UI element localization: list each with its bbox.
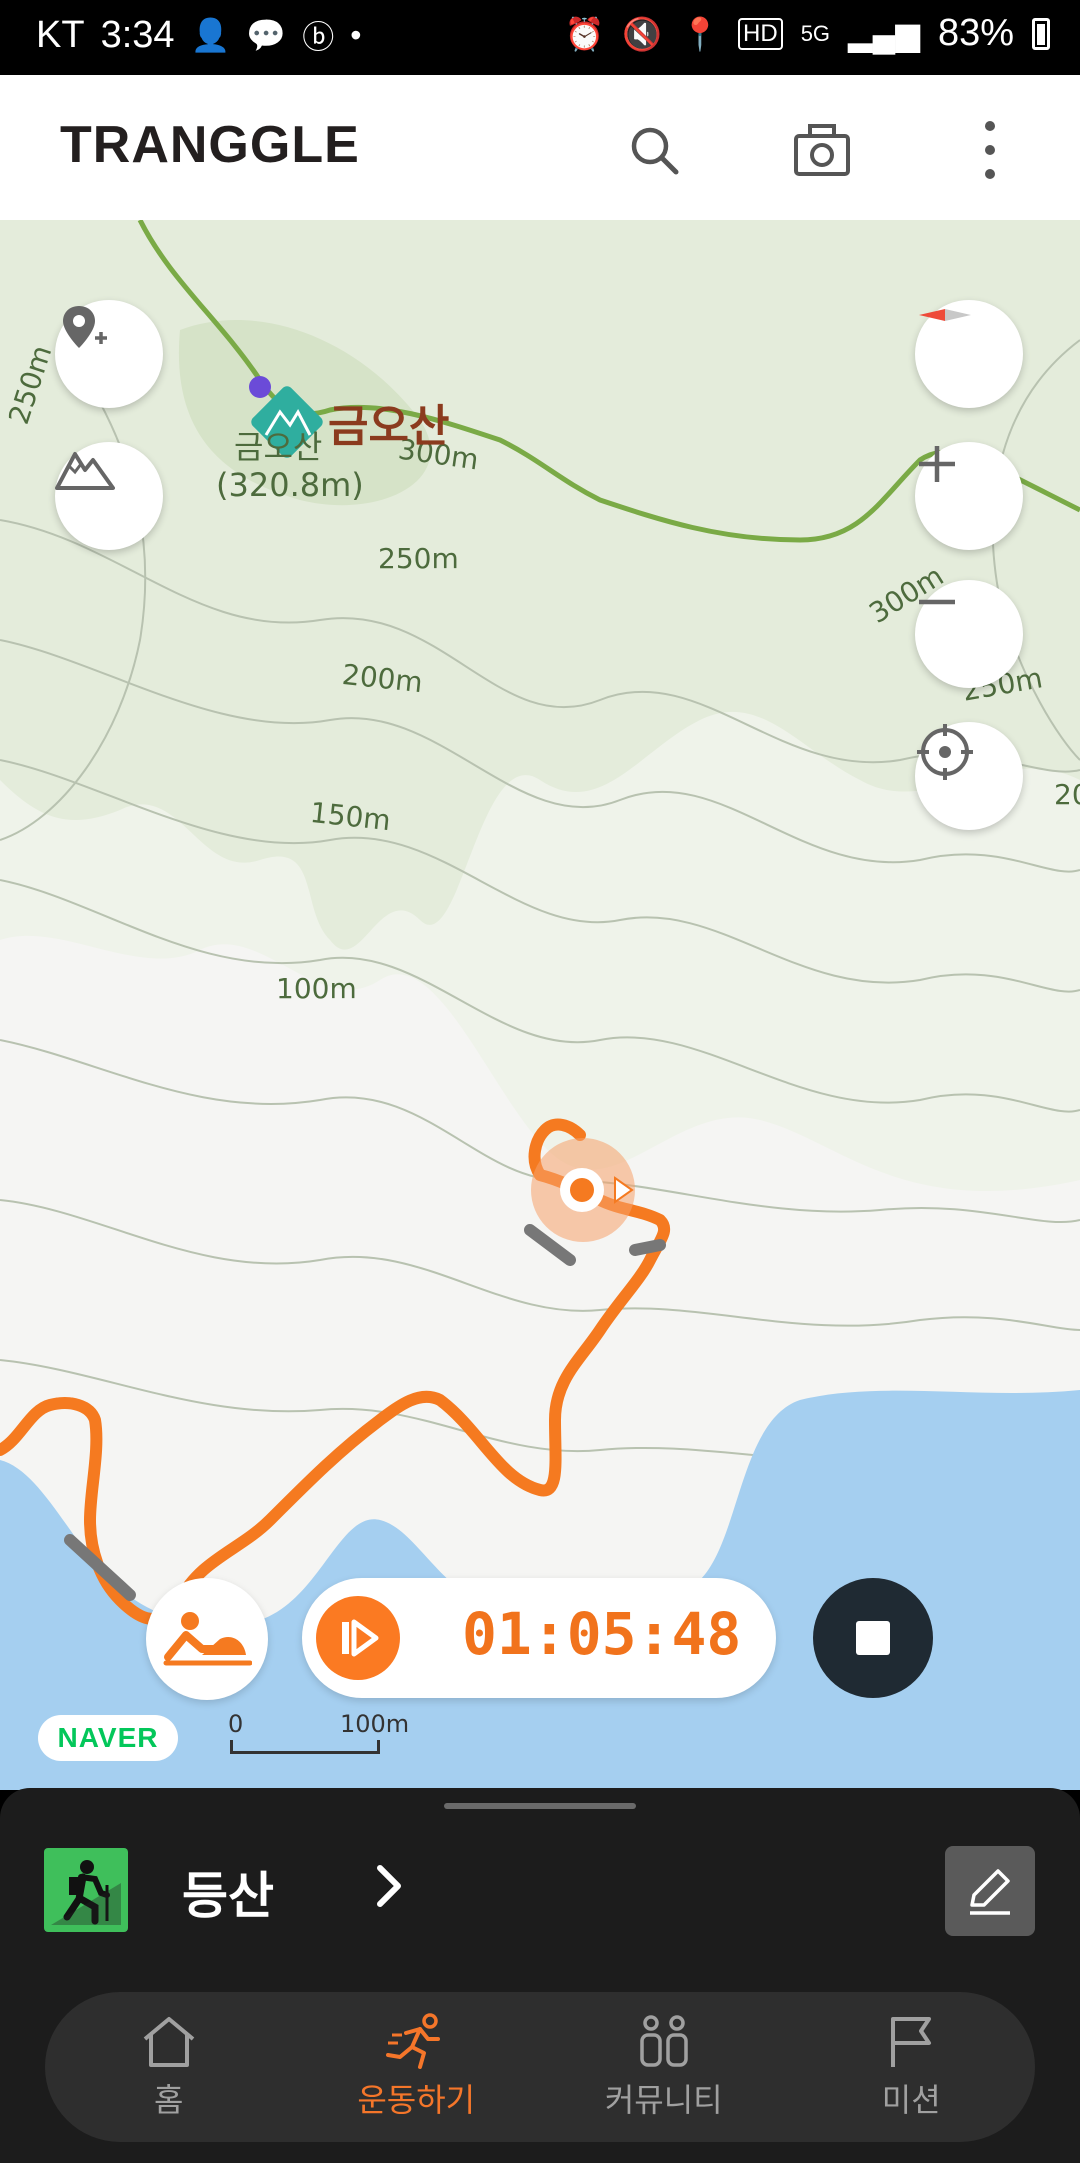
person-add-icon: 👤	[190, 17, 231, 53]
contour-label: 250m	[378, 542, 459, 575]
pencil-icon	[970, 1869, 1010, 1915]
pause-play-icon	[342, 1619, 379, 1657]
dot-icon: •	[350, 16, 362, 53]
pause-button[interactable]	[316, 1596, 400, 1680]
b-app-icon: ⓑ	[302, 19, 335, 55]
terrain-button[interactable]	[55, 442, 163, 550]
sheet-handle[interactable]	[444, 1803, 636, 1809]
hiking-icon	[44, 1848, 128, 1932]
rest-icon	[163, 1612, 252, 1666]
stop-button[interactable]	[813, 1578, 933, 1698]
network-label: 5G	[800, 20, 831, 46]
search-icon	[631, 127, 679, 175]
peak-name: 금오산	[328, 401, 450, 452]
stop-icon	[856, 1621, 890, 1655]
edit-button[interactable]	[945, 1846, 1035, 1936]
flag-icon	[891, 2017, 932, 2067]
hd-icon: HD	[738, 17, 783, 50]
camera-icon	[794, 124, 850, 176]
scale-bar	[230, 1740, 380, 1754]
battery-icon	[1032, 17, 1050, 50]
elapsed-timer: 01:05:48	[462, 1600, 742, 1668]
signal-icon: ▂▄▆	[848, 15, 920, 52]
map-scale: 0 100m	[228, 1710, 428, 1760]
map-view[interactable]: 250m 300m 250m 200m 150m 100m 300m 250m …	[0, 220, 1080, 1790]
tab-label: 미션	[881, 2081, 941, 2119]
community-icon	[640, 2015, 688, 2067]
app-logo: TRANGGLE	[60, 116, 360, 174]
activity-type[interactable]: 등산	[182, 1856, 274, 1928]
location-icon: 📍	[680, 15, 721, 52]
carrier-label: KT	[36, 13, 85, 56]
chevron-right-icon[interactable]	[372, 1860, 408, 1912]
map-attribution: NAVER	[38, 1715, 178, 1761]
tab-home[interactable]: 홈	[45, 1992, 293, 2142]
add-pin-button[interactable]	[55, 300, 163, 408]
bottom-sheet: 등산 홈 운동하기 커뮤니티 미션	[0, 1788, 1080, 2163]
tab-label: 커뮤니티	[604, 2081, 723, 2119]
tab-label: 홈	[154, 2081, 184, 2119]
compass-button[interactable]	[915, 300, 1023, 408]
peak-elevation: (320.8m)	[216, 466, 364, 504]
battery-percent: 83%	[937, 12, 1014, 54]
search-button[interactable]	[614, 110, 694, 190]
tab-exercise[interactable]: 운동하기	[293, 1992, 541, 2142]
plus-icon	[919, 446, 955, 482]
peak-sub-name: 금오산	[234, 428, 323, 466]
status-bar: KT 3:34 👤 💬 ⓑ • ⏰ 🔇 📍 HD 5G ▂▄▆ 83%	[0, 0, 1080, 75]
crosshair-icon	[917, 724, 973, 780]
tab-mission[interactable]: 미션	[788, 1992, 1036, 2142]
minus-icon	[919, 599, 955, 605]
tab-community[interactable]: 커뮤니티	[540, 1992, 788, 2142]
tab-label: 운동하기	[357, 2081, 476, 2119]
timer-pill: 01:05:48	[302, 1578, 776, 1698]
zoom-out-button[interactable]	[915, 580, 1023, 688]
zoom-in-button[interactable]	[915, 442, 1023, 550]
camera-button[interactable]	[782, 110, 862, 190]
bottom-tab-bar: 홈 운동하기 커뮤니티 미션	[45, 1992, 1035, 2142]
mute-icon: 🔇	[622, 15, 663, 52]
contour-label: 20	[1054, 778, 1080, 811]
my-location-button[interactable]	[915, 722, 1023, 830]
more-button[interactable]	[950, 110, 1030, 190]
alarm-icon: ⏰	[564, 15, 605, 52]
rest-button[interactable]	[146, 1578, 268, 1700]
home-icon	[143, 2017, 195, 2067]
talk-icon: 💬	[246, 17, 287, 53]
more-vertical-icon	[985, 121, 995, 179]
mountain-icon	[55, 452, 115, 490]
compass-icon	[919, 309, 971, 321]
running-icon	[386, 2013, 441, 2069]
add-location-icon	[63, 306, 107, 348]
clock: 3:34	[100, 13, 175, 56]
scale-end: 100m	[340, 1710, 410, 1738]
contour-label: 100m	[276, 972, 357, 1005]
app-header: TRANGGLE	[0, 75, 1080, 220]
scale-start: 0	[228, 1710, 244, 1738]
